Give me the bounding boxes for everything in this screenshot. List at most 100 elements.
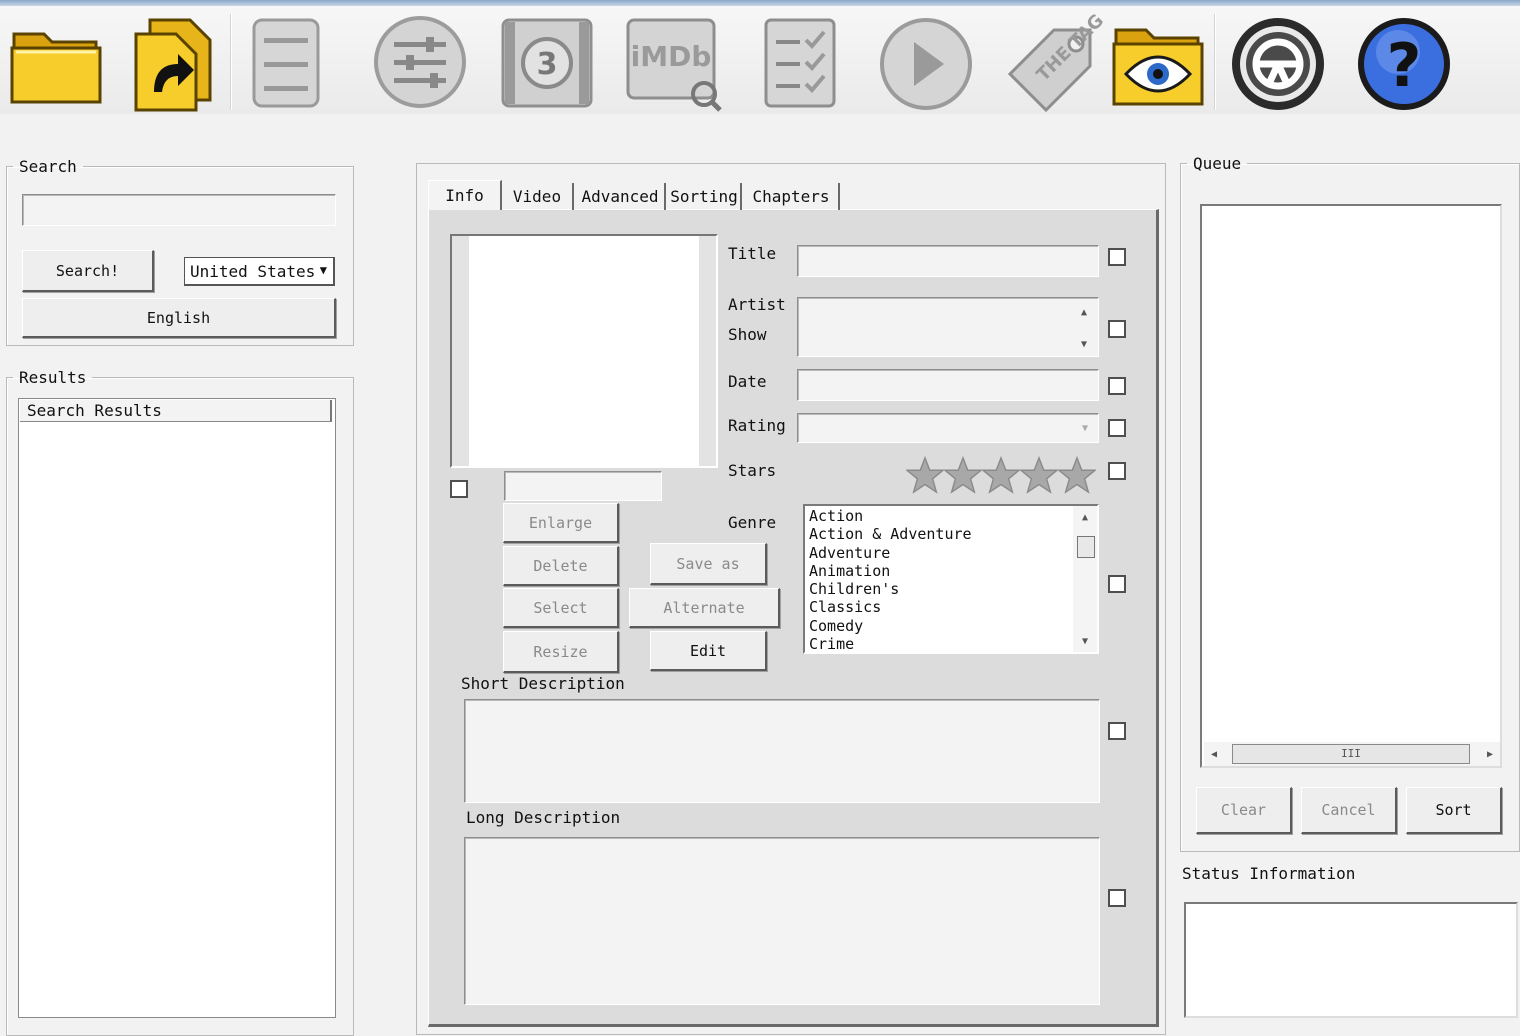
queue-list[interactable] [1200,204,1502,768]
stars-checkbox[interactable] [1108,462,1126,480]
checklist-button[interactable] [750,10,850,114]
genre-item[interactable]: Classics [805,598,1073,616]
web-button[interactable] [1228,10,1328,114]
search-button[interactable]: Search! [22,250,154,292]
tab-info[interactable]: Info [428,180,502,210]
imdb-search-icon: iMDb [626,18,722,112]
long-description-input[interactable] [464,837,1100,1005]
search-input[interactable] [22,194,336,226]
queue-hscrollbar[interactable]: ◀ III ▶ [1204,742,1500,766]
settings-sliders-icon [374,16,466,108]
date-label: Date [728,372,767,391]
artist-label: Artist [728,295,786,314]
genre-list[interactable]: Action Action & Adventure Adventure Animati… [803,504,1099,654]
tab-advanced[interactable]: Advanced [576,183,666,210]
svg-text:?: ? [1387,31,1422,101]
scrollbar-thumb[interactable] [1077,536,1095,558]
stars-label: Stars [728,461,777,480]
results-list[interactable] [18,398,336,1018]
star-icon[interactable] [1056,455,1098,494]
genre-item[interactable]: Crime [805,635,1073,653]
play-icon [880,18,972,110]
genre-checkbox[interactable] [1108,575,1126,593]
open-folder-button[interactable] [6,10,106,114]
view-folder-button[interactable] [1108,10,1208,114]
title-checkbox[interactable] [1108,248,1126,266]
results-column-header[interactable]: Search Results [20,400,332,422]
tab-chapters[interactable]: Chapters [744,183,840,210]
artist-show-input[interactable] [797,297,1099,357]
country-select[interactable]: United States ▼ [184,257,335,286]
help-button[interactable]: ? [1354,10,1454,114]
tab-sorting[interactable]: Sorting [668,183,742,210]
scroll-up-icon[interactable]: ▲ [1076,304,1092,320]
genre-item[interactable]: Comedy [805,617,1073,635]
title-input[interactable] [797,245,1099,277]
save-as-button[interactable]: Save as [650,543,767,585]
cover-image[interactable] [469,236,699,466]
scroll-down-icon[interactable]: ▼ [1076,336,1092,352]
toolbar-separator [230,14,232,110]
cancel-button[interactable]: Cancel [1301,787,1397,834]
select-button[interactable]: Select [503,588,619,628]
resize-button[interactable]: Resize [503,631,619,673]
scroll-up-icon[interactable]: ▲ [1073,510,1097,524]
show-label: Show [728,325,767,344]
date-checkbox[interactable] [1108,377,1126,395]
image-name-field[interactable] [504,471,662,501]
star-icon[interactable] [1018,455,1060,494]
edit-button[interactable]: Edit [650,631,767,671]
status-box [1184,902,1518,1018]
genre-item[interactable]: Action [805,507,1073,525]
alternate-button[interactable]: Alternate [629,588,780,628]
genre-scrollbar[interactable]: ▲ ▼ [1073,506,1097,652]
long-description-checkbox[interactable] [1108,889,1126,907]
star-icon[interactable] [942,455,984,494]
short-description-checkbox[interactable] [1108,722,1126,740]
imdb-button[interactable]: iMDb [624,10,724,114]
genre-item[interactable]: Adventure [805,544,1073,562]
tab-video[interactable]: Video [502,183,574,210]
file-cabinet-icon [252,18,320,108]
folder-eye-icon [1112,28,1204,106]
folder-open-icon [10,32,102,104]
artist-checkbox[interactable] [1108,320,1126,338]
tag-button[interactable]: THE TAG [1004,10,1104,114]
image-checkbox[interactable] [450,480,468,498]
checklist-icon [764,18,836,108]
country-select-value: United States [190,261,316,281]
star-icon[interactable] [980,455,1022,494]
film-button[interactable]: 3 [497,10,597,114]
short-description-input[interactable] [464,699,1100,803]
stars-rating[interactable] [904,455,1098,494]
language-button[interactable]: English [22,298,336,338]
file-cabinet-button[interactable] [236,10,336,114]
rating-checkbox[interactable] [1108,419,1126,437]
settings-button[interactable] [370,10,470,114]
scroll-down-icon[interactable]: ▼ [1073,634,1097,648]
rating-select[interactable] [797,413,1099,443]
play-button[interactable] [876,10,976,114]
chevron-down-icon: ▼ [1081,422,1089,434]
clear-button[interactable]: Clear [1196,787,1292,834]
date-input[interactable] [797,369,1099,401]
star-icon[interactable] [904,455,946,494]
help-icon: ? [1358,18,1450,110]
genre-item[interactable]: Action & Adventure [805,525,1073,543]
genre-items: Action Action & Adventure Adventure Animati… [805,507,1073,653]
scroll-left-icon[interactable]: ◀ [1206,746,1222,762]
enlarge-button[interactable]: Enlarge [503,503,619,543]
genre-item[interactable]: Animation [805,562,1073,580]
results-legend: Results [19,368,87,387]
genre-item[interactable]: Children's [805,580,1073,598]
chevron-down-icon: ▼ [319,263,327,277]
genre-label: Genre [728,513,777,532]
imdb-text: iMDb [631,40,712,73]
queue-legend: Queue [1193,154,1242,173]
scrollbar-thumb[interactable]: III [1232,744,1470,764]
delete-button[interactable]: Delete [503,546,619,586]
sort-button[interactable]: Sort [1406,787,1502,834]
scroll-right-icon[interactable]: ▶ [1482,746,1498,762]
svg-text:3: 3 [537,47,558,82]
export-folder-button[interactable] [122,10,222,114]
